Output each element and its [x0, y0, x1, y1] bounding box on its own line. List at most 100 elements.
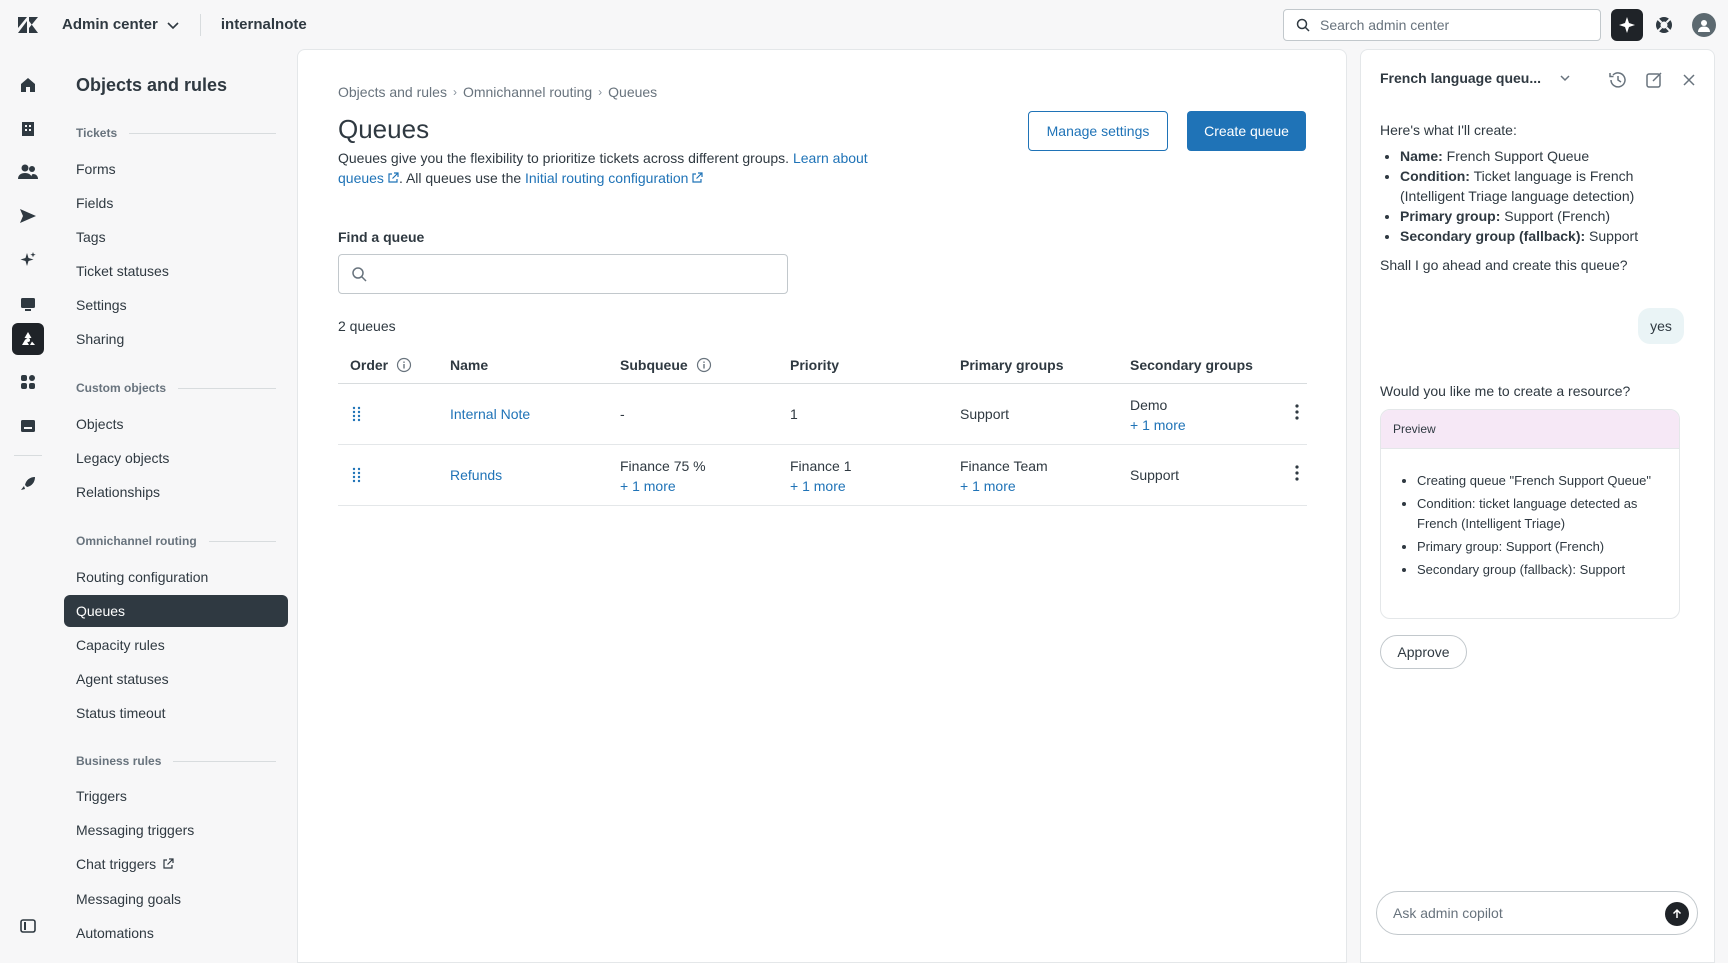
rocket-icon[interactable]: [12, 468, 44, 500]
page-description: Queues give you the flexibility to prior…: [338, 150, 868, 186]
table-row: Internal Note - 1 Support Demo + 1 more: [338, 384, 1307, 445]
product-name: Admin center: [62, 16, 158, 33]
user-avatar[interactable]: [1692, 13, 1716, 37]
send-button[interactable]: [1665, 902, 1689, 926]
zendesk-logo-icon[interactable]: [0, 16, 56, 33]
primary-group-cell: Finance Team + 1 more: [960, 458, 1048, 496]
drag-handle-icon[interactable]: [352, 467, 362, 486]
chevron-right-icon: ›: [598, 85, 603, 99]
search-icon: [1296, 18, 1310, 32]
create-queue-button[interactable]: Create queue: [1187, 111, 1306, 151]
nav-section-omnichannel-routing: Omnichannel routing: [76, 534, 276, 548]
nav-item-routing-configuration[interactable]: Routing configuration: [64, 561, 288, 593]
sparkles-icon[interactable]: [12, 244, 44, 276]
arrow-up-icon: [1672, 908, 1682, 918]
nav-section-tickets: Tickets: [76, 126, 276, 140]
list-item: Condition: ticket language detected as F…: [1417, 494, 1667, 534]
nav-item-status-timeout[interactable]: Status timeout: [64, 697, 288, 729]
preview-label: Preview: [1381, 410, 1679, 448]
monitor-icon[interactable]: [12, 288, 44, 320]
nav-item-chat-triggers[interactable]: Chat triggers: [64, 848, 288, 880]
nav-item-objects[interactable]: Objects: [64, 408, 288, 440]
list-item: Name: French Support Queue: [1400, 146, 1700, 166]
row-menu-icon[interactable]: [1295, 404, 1299, 423]
manage-settings-button[interactable]: Manage settings: [1028, 111, 1168, 151]
resource-preview-card: Preview Creating queue "French Support Q…: [1380, 409, 1680, 619]
send-icon[interactable]: [12, 200, 44, 232]
nav-item-sharing[interactable]: Sharing: [64, 323, 288, 355]
nav-item-automations[interactable]: Automations: [64, 917, 288, 949]
nav-item-settings[interactable]: Settings: [64, 289, 288, 321]
priority-value: 1: [790, 406, 798, 422]
col-priority[interactable]: Priority: [790, 357, 839, 373]
inbox-icon[interactable]: [12, 410, 44, 442]
table-row: Refunds Finance 75 % + 1 more Finance 1 …: [338, 445, 1307, 506]
queue-name-link[interactable]: Refunds: [450, 467, 502, 483]
list-item: Secondary group (fallback): Support: [1417, 560, 1667, 580]
info-icon[interactable]: [396, 357, 412, 373]
approve-button[interactable]: Approve: [1380, 635, 1467, 669]
queue-name-link[interactable]: Internal Note: [450, 406, 530, 422]
nav-title: Objects and rules: [76, 75, 228, 95]
nav-item-relationships[interactable]: Relationships: [64, 476, 288, 508]
priority-cell: Finance 1 + 1 more: [790, 458, 852, 496]
history-icon[interactable]: [1608, 70, 1628, 90]
page-title: Queues: [338, 114, 430, 144]
building-icon[interactable]: [12, 113, 44, 145]
nav-item-ticket-statuses[interactable]: Ticket statuses: [64, 255, 288, 287]
nav-item-capacity-rules[interactable]: Capacity rules: [64, 629, 288, 661]
nav-item-messaging-triggers[interactable]: Messaging triggers: [64, 814, 288, 846]
nav-item-triggers[interactable]: Triggers: [64, 780, 288, 812]
more-link[interactable]: + 1 more: [790, 476, 851, 496]
find-queue-input[interactable]: [338, 254, 788, 294]
nav-section-business-rules: Business rules: [76, 754, 276, 768]
assistant-question: Shall I go ahead and create this queue?: [1380, 257, 1628, 273]
copilot-chat-input[interactable]: Ask admin copilot: [1376, 891, 1698, 935]
nav-item-messaging-goals[interactable]: Messaging goals: [64, 883, 288, 915]
find-queue-label: Find a queue: [338, 229, 425, 245]
table-header: Order Name Subqueue Priority Primary gro…: [338, 346, 1307, 384]
help-lifebuoy-icon[interactable]: [1654, 15, 1674, 35]
external-link-icon: [163, 858, 174, 869]
secondary-group-value: Support: [1130, 467, 1180, 483]
apps-grid-icon[interactable]: [12, 366, 44, 398]
nav-item-queues[interactable]: Queues: [64, 595, 288, 627]
more-link[interactable]: + 1 more: [960, 476, 1048, 496]
assistant-message: Here's what I'll create: Name: French Su…: [1380, 120, 1700, 246]
col-primary-groups[interactable]: Primary groups: [960, 357, 1063, 373]
info-icon[interactable]: [696, 357, 712, 373]
subqueue-value: -: [620, 406, 625, 422]
more-link[interactable]: + 1 more: [1130, 415, 1186, 435]
col-secondary-groups[interactable]: Secondary groups: [1130, 357, 1253, 373]
account-name: internalnote: [220, 16, 307, 33]
close-icon[interactable]: [1679, 70, 1699, 90]
ai-sparkle-button[interactable]: [1611, 9, 1643, 41]
nav-item-legacy-objects[interactable]: Legacy objects: [64, 442, 288, 474]
col-name[interactable]: Name: [450, 357, 488, 373]
queues-table: Order Name Subqueue Priority Primary gro…: [338, 346, 1307, 506]
admin-search-input[interactable]: Search admin center: [1283, 9, 1601, 41]
conversation-title[interactable]: French language queu...: [1380, 70, 1571, 86]
queue-details-list: Name: French Support Queue Condition: Ti…: [1400, 146, 1700, 246]
nav-item-agent-statuses[interactable]: Agent statuses: [64, 663, 288, 695]
product-switcher[interactable]: Admin center: [62, 16, 180, 33]
nav-item-forms[interactable]: Forms: [64, 153, 288, 185]
collapse-sidebar-icon[interactable]: [12, 910, 44, 942]
list-item: Primary group: Support (French): [1400, 206, 1700, 226]
initial-routing-configuration-link[interactable]: Initial routing configuration: [525, 170, 688, 186]
new-chat-icon[interactable]: [1644, 70, 1664, 90]
external-link-icon: [388, 172, 399, 183]
primary-group-value: Support: [960, 406, 1010, 422]
divider: [199, 13, 201, 36]
queue-count: 2 queues: [338, 318, 396, 334]
nav-item-tags[interactable]: Tags: [64, 221, 288, 253]
more-link[interactable]: + 1 more: [620, 476, 706, 496]
row-menu-icon[interactable]: [1295, 465, 1299, 484]
nav-item-fields[interactable]: Fields: [64, 187, 288, 219]
objects-rules-icon[interactable]: [12, 323, 44, 355]
drag-handle-icon[interactable]: [352, 406, 362, 425]
breadcrumb-omnichannel-routing[interactable]: Omnichannel routing: [463, 84, 592, 100]
home-icon[interactable]: [12, 69, 44, 101]
breadcrumb-objects-rules[interactable]: Objects and rules: [338, 84, 447, 100]
people-icon[interactable]: [12, 156, 44, 188]
